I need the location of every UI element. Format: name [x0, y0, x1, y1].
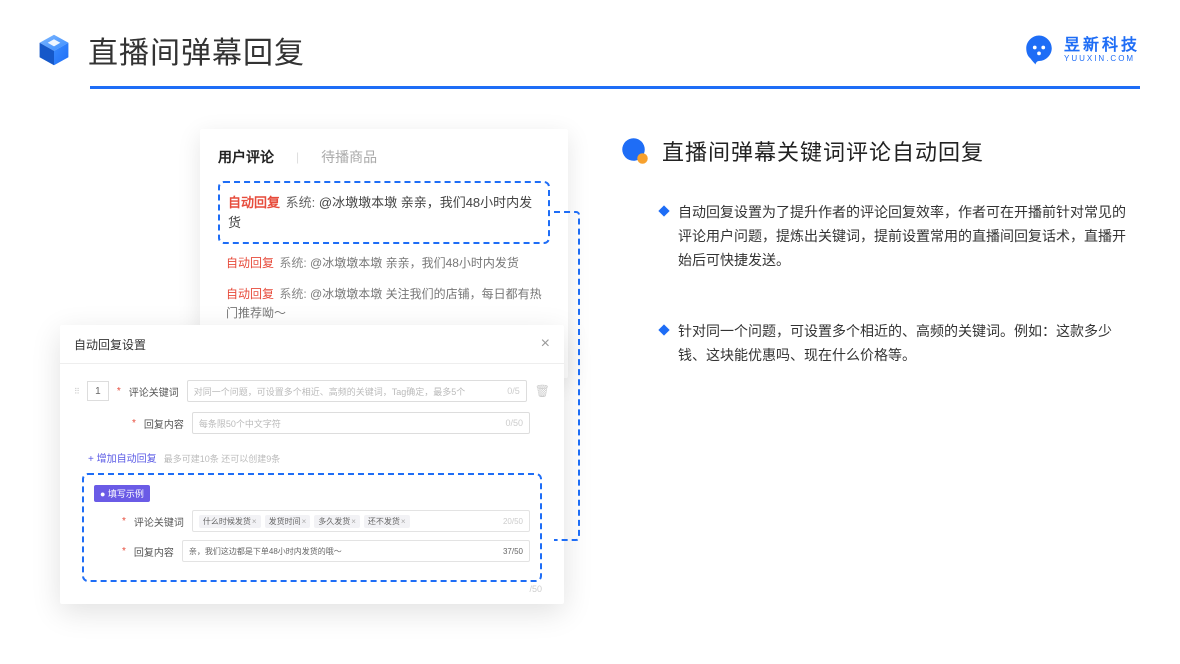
brand-name: 昱新科技 — [1064, 37, 1140, 55]
auto-reply-tag: 自动回复 — [226, 256, 274, 270]
example-keyword-input[interactable]: 什么时候发货× 发货时间× 多久发货× 还不发货× 20/50 — [192, 510, 530, 532]
cube-icon — [36, 32, 72, 68]
keyword-count: 0/5 — [507, 386, 520, 396]
add-block: + 增加自动回复 最多可建10条 还可以创建9条 — [74, 444, 550, 469]
content-input[interactable]: 每条限50个中文字符 0/50 — [192, 412, 530, 434]
placeholder-text: 每条限50个中文字符 — [199, 417, 281, 430]
example-content-row: * 回复内容 亲，我们这边都是下单48小时内发货的哦～ 37/50 — [94, 540, 530, 562]
drag-handle-icon[interactable]: ⠿ — [74, 387, 79, 396]
content-row: * 回复内容 每条限50个中文字符 0/50 — [74, 412, 550, 434]
required-star-icon: * — [117, 386, 121, 397]
content-count: 0/50 — [505, 418, 523, 428]
keyword-row: ⠿ 1 * 评论关键词 对同一个问题，可设置多个相近、高频的关键词，Tag确定，… — [74, 380, 550, 402]
required-star-icon: * — [122, 516, 126, 527]
bullet-text: 针对同一个问题，可设置多个相近的、高频的关键词。例如：这款多少钱、这块能优惠吗、… — [678, 320, 1130, 368]
comment-item: 自动回复 系统: @冰墩墩本墩 关注我们的店铺，每日都有热门推荐呦～ — [218, 275, 550, 325]
example-keyword-row: * 评论关键词 什么时候发货× 发货时间× 多久发货× 还不发货× 20/50 — [94, 510, 530, 532]
placeholder-text: 对同一个问题，可设置多个相近、高频的关键词，Tag确定，最多5个 — [194, 385, 466, 398]
outside-count: /50 — [529, 584, 542, 594]
page-title: 直播间弹幕回复 — [88, 28, 1022, 72]
add-tip-text: 最多可建10条 还可以创建9条 — [164, 454, 281, 464]
tab-pending-products[interactable]: 待播商品 — [321, 147, 377, 167]
modal-title: 自动回复设置 — [74, 336, 146, 353]
brand-block: 昱新科技 YUUXIN.COM — [1022, 33, 1140, 67]
section-header: 直播间弹幕关键词评论自动回复 — [620, 135, 1140, 167]
required-star-icon: * — [132, 418, 136, 429]
page-header: 直播间弹幕回复 昱新科技 YUUXIN.COM — [0, 0, 1180, 72]
description-column: 直播间弹幕关键词评论自动回复 自动回复设置为了提升作者的评论回复效率，作者可在开… — [620, 129, 1140, 629]
keyword-input[interactable]: 对同一个问题，可设置多个相近、高频的关键词，Tag确定，最多5个 0/5 — [187, 380, 527, 402]
example-keyword-label: 评论关键词 — [134, 514, 184, 529]
diamond-icon — [658, 325, 669, 336]
system-tag: 系统: — [279, 256, 306, 270]
auto-reply-tag: 自动回复 — [226, 287, 274, 301]
tab-divider: | — [296, 150, 299, 164]
connector-line — [554, 211, 580, 541]
content-label: 回复内容 — [144, 416, 184, 431]
example-content-count: 37/50 — [503, 547, 523, 556]
auto-reply-settings-modal: 自动回复设置 × ⠿ 1 * 评论关键词 对同一个问题，可设置多个相近、高频的关… — [60, 325, 564, 604]
example-content-label: 回复内容 — [134, 544, 174, 559]
auto-reply-tag: 自动回复 — [228, 195, 280, 210]
tab-user-comments[interactable]: 用户评论 — [218, 147, 274, 167]
keyword-chip[interactable]: 多久发货× — [314, 515, 360, 528]
section-title: 直播间弹幕关键词评论自动回复 — [662, 135, 984, 167]
example-content-input[interactable]: 亲，我们这边都是下单48小时内发货的哦～ 37/50 — [182, 540, 530, 562]
system-tag: 系统: — [279, 287, 306, 301]
comments-tabs: 用户评论 | 待播商品 — [218, 147, 550, 167]
delete-icon[interactable]: 🗑 — [535, 384, 550, 398]
example-keyword-count: 20/50 — [503, 517, 523, 526]
keyword-chip[interactable]: 什么时候发货× — [199, 515, 261, 528]
example-box: ● 填写示例 * 评论关键词 什么时候发货× 发货时间× 多久发货× 还不发货×… — [82, 473, 542, 582]
example-badge: ● 填写示例 — [94, 485, 150, 502]
diamond-icon — [658, 205, 669, 216]
system-tag: 系统: — [286, 195, 316, 210]
keyword-chip[interactable]: 还不发货× — [364, 515, 410, 528]
order-number: 1 — [87, 381, 109, 401]
modal-body: ⠿ 1 * 评论关键词 对同一个问题，可设置多个相近、高频的关键词，Tag确定，… — [60, 364, 564, 604]
brand-logo-icon — [1022, 33, 1056, 67]
screenshot-column: 用户评论 | 待播商品 自动回复 系统: @冰墩墩本墩 亲亲，我们48小时内发货… — [60, 129, 580, 629]
brand-sub: YUUXIN.COM — [1064, 54, 1140, 63]
close-icon[interactable]: × — [541, 335, 550, 353]
bullet-text: 自动回复设置为了提升作者的评论回复效率，作者可在开播前针对常见的评论用户问题，提… — [678, 201, 1130, 272]
modal-header: 自动回复设置 × — [60, 325, 564, 364]
add-auto-reply-link[interactable]: + 增加自动回复 — [88, 450, 157, 465]
comment-item: 自动回复 系统: @冰墩墩本墩 亲亲，我们48小时内发货 — [218, 244, 550, 275]
highlighted-comment: 自动回复 系统: @冰墩墩本墩 亲亲，我们48小时内发货 — [218, 181, 550, 244]
keyword-label: 评论关键词 — [129, 384, 179, 399]
bullet-item: 针对同一个问题，可设置多个相近的、高频的关键词。例如：这款多少钱、这块能优惠吗、… — [620, 320, 1140, 368]
example-content-value: 亲，我们这边都是下单48小时内发货的哦～ — [189, 546, 342, 557]
comment-text: @冰墩墩本墩 亲亲，我们48小时内发货 — [310, 256, 519, 270]
bullet-item: 自动回复设置为了提升作者的评论回复效率，作者可在开播前针对常见的评论用户问题，提… — [620, 201, 1140, 272]
keyword-chip[interactable]: 发货时间× — [265, 515, 311, 528]
chat-bubble-icon — [620, 136, 650, 166]
required-star-icon: * — [122, 546, 126, 557]
